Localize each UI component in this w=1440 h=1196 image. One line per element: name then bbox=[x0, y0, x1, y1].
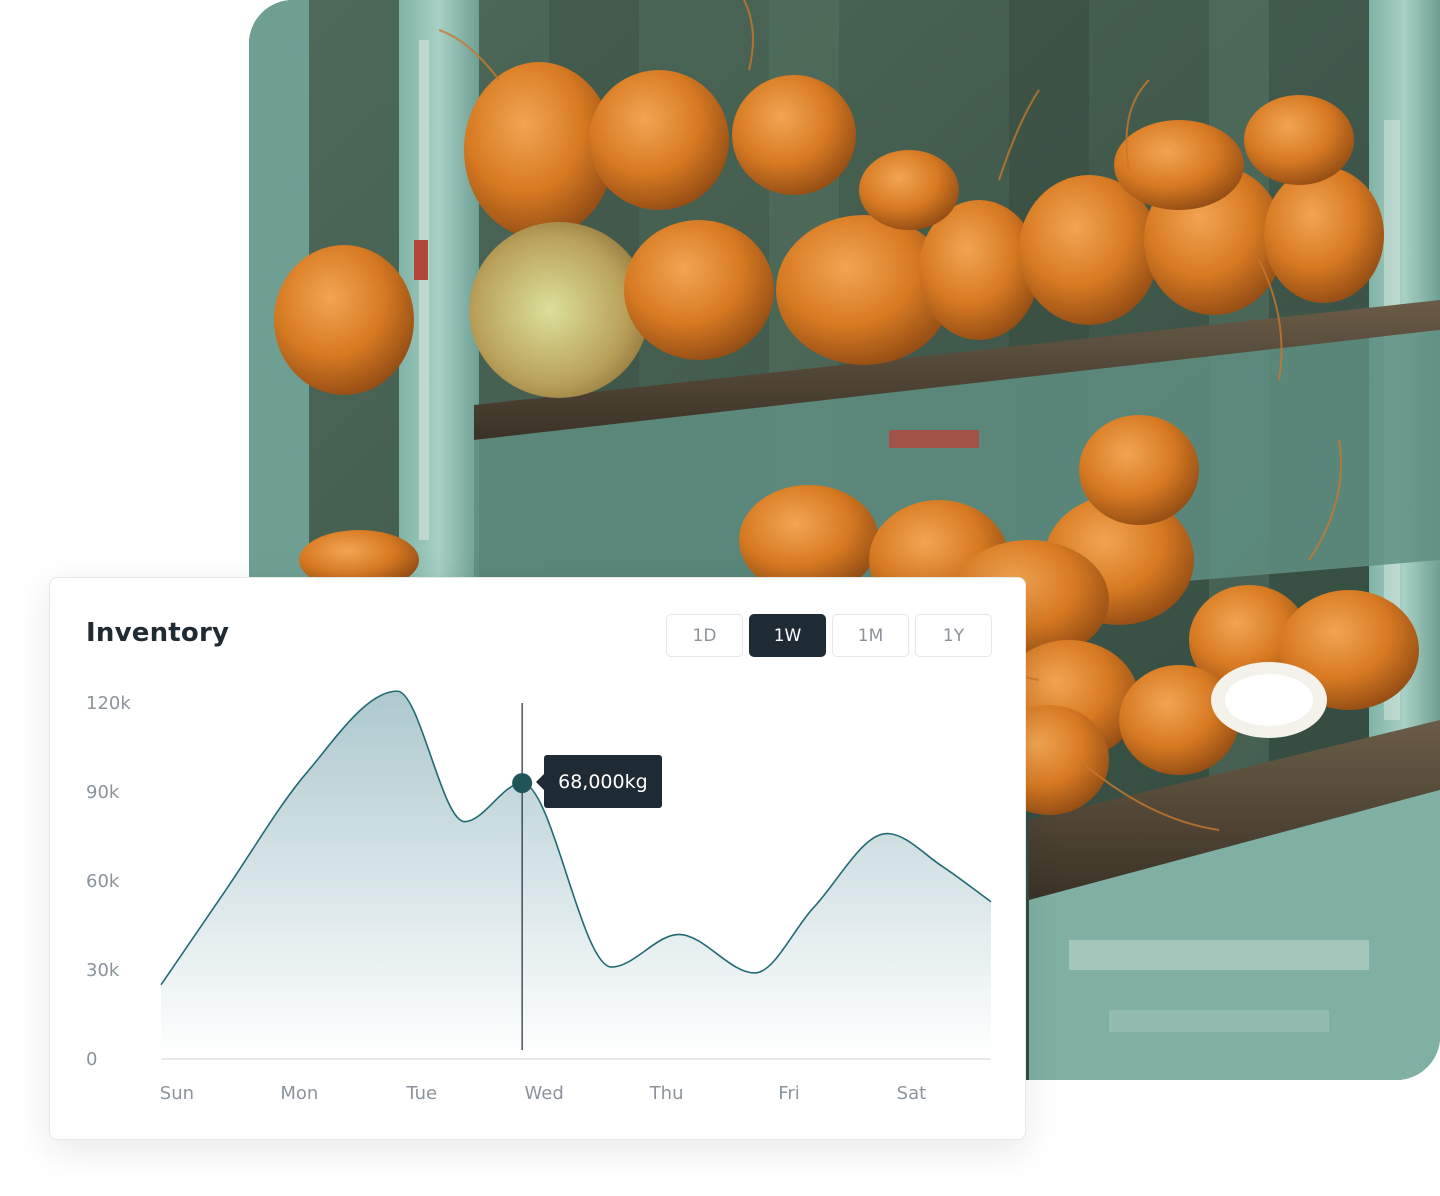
x-tick-label: Sat bbox=[897, 1083, 927, 1104]
y-tick-label: 90k bbox=[86, 782, 120, 803]
x-tick-label: Mon bbox=[280, 1083, 318, 1104]
x-tick-label: Fri bbox=[778, 1083, 799, 1104]
y-tick-label: 0 bbox=[86, 1049, 97, 1070]
x-tick-label: Thu bbox=[649, 1083, 684, 1104]
inventory-card: Inventory 1D 1W 1M 1Y 0 30k 60k 90k 120k Sun M… bbox=[49, 577, 1026, 1140]
series-area bbox=[161, 691, 991, 1059]
value-tooltip: 68,000kg bbox=[536, 755, 662, 809]
x-tick-label: Wed bbox=[525, 1083, 564, 1104]
y-tick-label: 60k bbox=[86, 871, 120, 892]
hover-marker bbox=[512, 773, 533, 794]
x-tick-label: Tue bbox=[405, 1083, 437, 1104]
inventory-area-chart: 0 30k 60k 90k 120k Sun Mon Tue Wed Thu Fri Sat bbox=[86, 690, 992, 1104]
y-tick-label: 120k bbox=[86, 693, 131, 714]
y-tick-label: 30k bbox=[86, 960, 120, 981]
x-tick-label: Sun bbox=[160, 1083, 194, 1104]
